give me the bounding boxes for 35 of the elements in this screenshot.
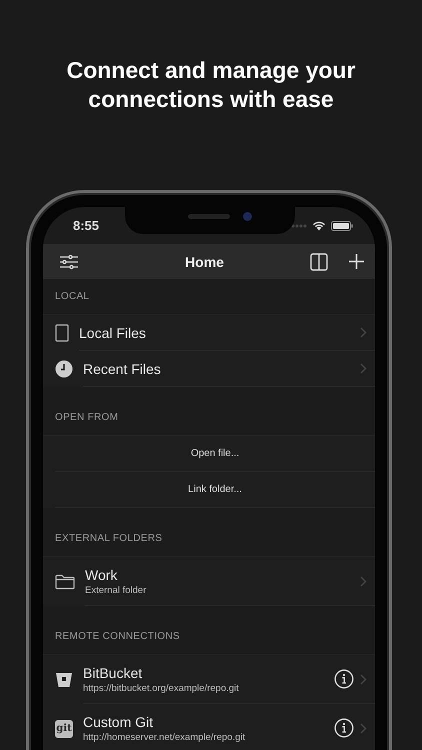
split-view-icon[interactable] <box>310 252 328 270</box>
section-header: LOCAL <box>55 291 90 302</box>
wifi-icon <box>312 220 326 230</box>
info-icon[interactable] <box>334 718 354 738</box>
signal-icon <box>291 224 307 228</box>
chevron-icon <box>360 674 367 684</box>
settings-icon[interactable] <box>59 254 79 270</box>
info-icon[interactable] <box>334 669 354 689</box>
tablet-icon <box>55 324 69 342</box>
action-link[interactable]: Open file... <box>190 448 240 459</box>
chevron-icon <box>360 722 367 734</box>
nav-title: Home <box>184 254 225 270</box>
headline: Connect and manage your connections with ease <box>66 56 356 114</box>
section-header: REMOTE CONNECTIONS <box>55 631 180 642</box>
row-title: Work <box>85 566 118 582</box>
row-title: Recent Files <box>83 360 162 376</box>
section-header: EXTERNAL FOLDERS <box>55 533 162 544</box>
status-time: 8:55 <box>73 218 100 233</box>
add-icon[interactable] <box>348 253 365 270</box>
battery-icon <box>331 220 353 230</box>
row-title: BitBucket <box>83 664 144 680</box>
chevron-icon <box>360 576 367 586</box>
section-header: OPEN FROM <box>55 412 118 423</box>
git-logo: git <box>55 720 73 738</box>
chevron-icon <box>360 363 367 374</box>
clock-icon <box>55 360 73 378</box>
row-title: Custom Git <box>83 714 154 730</box>
row-subtitle: https://bitbucket.org/example/repo.git <box>83 682 240 694</box>
folder-icon <box>55 574 75 590</box>
row-subtitle: External folder <box>85 584 148 596</box>
chevron-icon <box>360 327 367 338</box>
row-subtitle: http://homeserver.net/example/repo.git <box>83 732 246 742</box>
bucket-icon <box>55 672 73 688</box>
row-title: Local Files <box>79 324 147 340</box>
action-link[interactable]: Link folder... <box>188 484 242 495</box>
